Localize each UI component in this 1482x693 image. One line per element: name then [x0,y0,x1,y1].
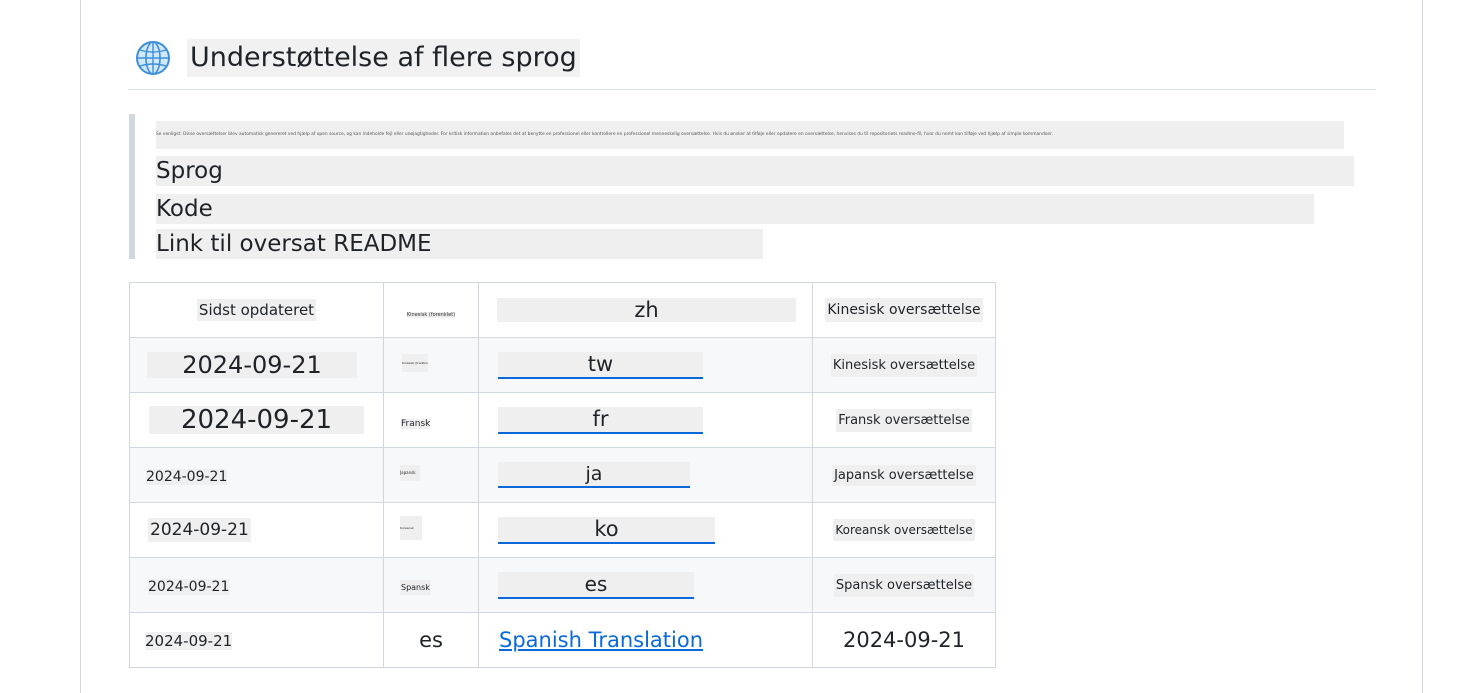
language-cell: Kinesisk (forenklet) [406,311,456,318]
translation-link[interactable]: Kinesisk oversættelse [825,298,983,322]
section-title: Understøttelse af flere sprog [187,39,580,77]
translations-table: Sidst opdateret Kinesisk (forenklet) zh … [129,282,996,668]
heading-divider [128,89,1376,90]
code-cell: zh [497,298,796,322]
spanish-translation-link[interactable]: Spanish Translation [499,628,703,652]
globe-icon [136,41,170,75]
translation-link[interactable]: Kinesisk oversættelse [830,353,978,377]
language-cell: Spansk [400,580,431,595]
updated-cell: 2024-09-21 [146,468,228,485]
table-row: 2024-09-21 Spansk es Spansk oversættelse [129,557,996,613]
translation-link[interactable]: Spansk oversættelse [833,573,975,597]
code-link[interactable]: ko [498,516,715,544]
section-heading: Understøttelse af flere sprog [135,38,580,78]
updated-cell: 2024-09-21 [148,578,230,595]
language-cell: Koreansk [400,516,422,540]
updated-cell: 2024-09-21 [147,352,357,378]
translation-link[interactable]: Koreansk oversættelse [833,519,975,541]
language-cell: es [419,628,443,652]
table-row: Sidst opdateret Kinesisk (forenklet) zh … [129,282,996,338]
code-link[interactable]: ja [498,462,690,488]
translation-note-blockquote: Se venligst: Disse oversættelser blev au… [129,114,1365,259]
code-link[interactable]: es [498,571,694,599]
quote-line-readme-link: Link til oversat README [156,229,763,259]
table-row: 2024-09-21 es Spanish Translation 2024-0… [129,612,996,668]
translation-link[interactable]: Japansk oversættelse [832,465,976,486]
table-row: 2024-09-21 Japansk ja Japansk oversættel… [129,447,996,503]
code-link[interactable]: fr [498,406,703,434]
updated-cell: 2024-09-21 [145,631,233,650]
code-link[interactable]: tw [498,351,703,379]
translation-link[interactable]: Fransk oversættelse [836,408,972,432]
language-cell: Kinesisk (traditionel) [402,354,428,372]
updated-cell: 2024-09-21 [149,406,364,434]
language-cell: Fransk [401,418,431,429]
table-row: 2024-09-21 Kinesisk (traditionel) tw Kin… [129,337,996,393]
quote-line-code: Kode [156,194,1314,224]
updated-cell: Sidst opdateret [196,299,317,321]
quote-line-language: Sprog [156,156,1354,186]
date-cell: 2024-09-21 [842,628,966,652]
updated-cell: 2024-09-21 [148,518,251,542]
disclaimer-text: Se venligst: Disse oversættelser blev au… [156,121,1344,149]
language-cell: Japansk [400,465,420,481]
table-row: 2024-09-21 Koreansk ko Koreansk oversætt… [129,502,996,558]
table-row: 2024-09-21 Fransk fr Fransk oversættelse [129,392,996,448]
